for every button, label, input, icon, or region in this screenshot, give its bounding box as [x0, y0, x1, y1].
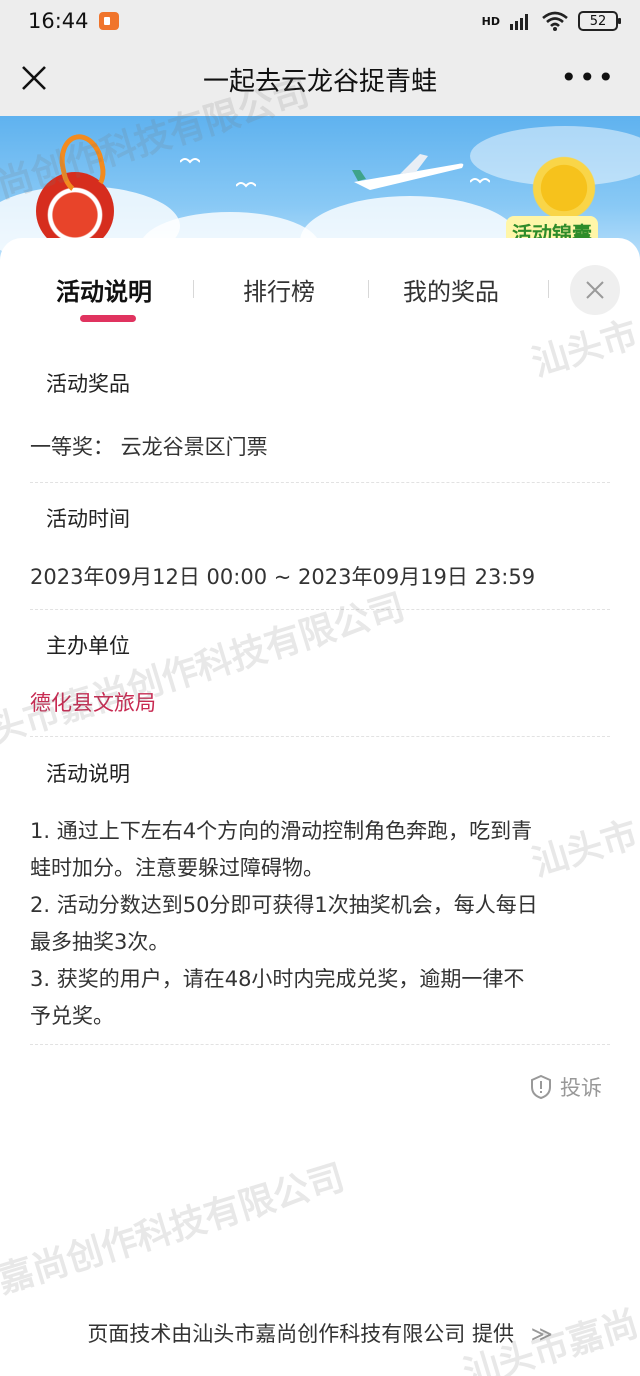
tab-divider [193, 280, 194, 298]
page-title: 一起去云龙谷捉青蛙 [202, 66, 437, 97]
close-icon[interactable] [18, 62, 50, 94]
description-line: 1. 通过上下左右4个方向的滑动控制角色奔跑，吃到青 [30, 819, 533, 843]
network-label: HD [481, 14, 500, 28]
warning-shield-icon [531, 1075, 551, 1099]
bird-icon [180, 158, 200, 164]
tab-bar: 活动说明 排行榜 我的奖品 [0, 238, 640, 338]
battery-level: 52 [589, 13, 607, 29]
time-section-title: 活动时间 [38, 503, 138, 537]
time-content: 2023年09月12日 00:00 ~ 2023年09月19日 23:59 [30, 565, 536, 589]
divider [30, 736, 610, 737]
more-icon[interactable]: ••• [560, 64, 616, 92]
description-content: 1. 通过上下左右4个方向的滑动控制角色奔跑，吃到青 蛙时加分。注意要躲过障碍物… [30, 813, 610, 1035]
divider [30, 609, 610, 610]
description-section-title: 活动说明 [38, 758, 138, 792]
prize-section-title: 活动奖品 [38, 368, 138, 402]
status-time: 16:44 [28, 9, 89, 33]
organizer-section-title: 主办单位 [38, 630, 138, 664]
organizer-content: 德化县文旅局 [30, 691, 156, 715]
activity-card: 活动说明 排行榜 我的奖品 活动奖品 一等奖： 云龙谷景区门票 活动时间 202… [0, 238, 640, 1376]
status-right: HD 52 [481, 11, 621, 31]
divider [30, 482, 610, 483]
description-line: 3. 获奖的用户，请在48小时内完成兑奖，逾期一律不 [30, 967, 525, 991]
sun-icon [528, 152, 600, 224]
wifi-icon [542, 11, 568, 31]
complain-label: 投诉 [560, 1076, 602, 1100]
nav-bar: 一起去云龙谷捉青蛙 ••• [0, 42, 640, 116]
complain-button[interactable]: 投诉 [530, 1072, 602, 1102]
bird-icon [470, 178, 490, 184]
close-icon [586, 281, 604, 299]
battery-icon: 52 [578, 11, 621, 31]
status-left: 16:44 [28, 9, 119, 33]
divider [30, 1044, 610, 1045]
prize-content: 一等奖： 云龙谷景区门票 [30, 435, 268, 459]
bird-icon [236, 182, 256, 188]
footer-text: 页面技术由汕头市嘉尚创作科技有限公司 提供 [87, 1322, 514, 1346]
tab-active-indicator [80, 315, 136, 322]
signal-icon [510, 14, 528, 30]
description-line: 予兑奖。 [30, 1004, 114, 1028]
airplane-icon [352, 154, 464, 190]
tab-divider [368, 280, 369, 298]
tab-divider [548, 280, 549, 298]
tab-activity-info[interactable]: 活动说明 [56, 272, 152, 307]
tab-my-prizes[interactable]: 我的奖品 [403, 272, 499, 307]
description-line: 最多抽奖3次。 [30, 930, 170, 954]
screen-record-icon [98, 12, 119, 30]
description-line: 蛙时加分。注意要躲过障碍物。 [30, 856, 324, 880]
close-panel-button[interactable] [570, 265, 620, 315]
tab-leaderboard[interactable]: 排行榜 [243, 272, 315, 307]
status-bar: 16:44 HD 52 [0, 0, 640, 42]
chevron-right-icon: ≫ [530, 1322, 553, 1346]
footer-credit[interactable]: 页面技术由汕头市嘉尚创作科技有限公司 提供 ≫ [0, 1318, 640, 1348]
description-line: 2. 活动分数达到50分即可获得1次抽奖机会，每人每日 [30, 893, 538, 917]
